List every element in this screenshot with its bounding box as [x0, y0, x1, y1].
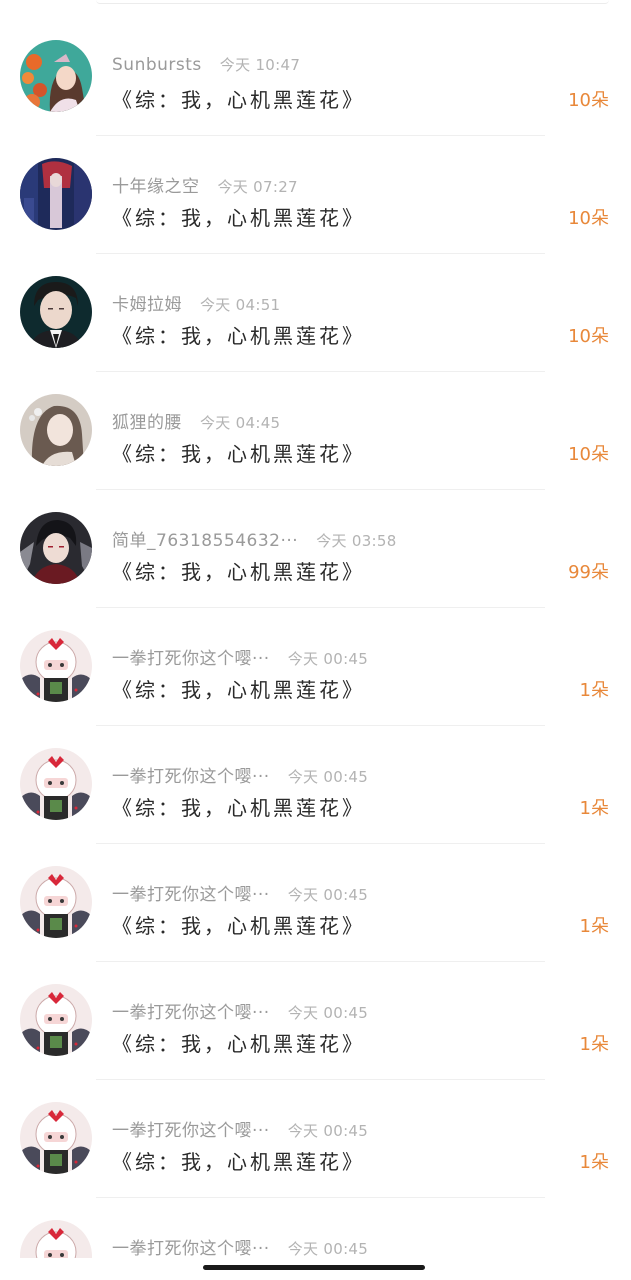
message-time: 今天 00:45 — [287, 650, 369, 668]
message-time: 今天 00:45 — [287, 1122, 369, 1140]
sender-name[interactable]: 一拳打死你这个嘤··· — [112, 1239, 270, 1258]
gift-count: 10朵 — [568, 444, 609, 465]
message-time: 今天 00:45 — [287, 1004, 369, 1022]
punch-avatar[interactable] — [20, 630, 92, 702]
message-time: 今天 07:27 — [217, 178, 298, 196]
message-meta: Sunbursts 今天 10:47 — [112, 54, 300, 76]
list-item[interactable]: Sunbursts 今天 10:47 《综：我，心机黑莲花》 10朵 — [0, 18, 631, 136]
gift-count: 1朵 — [579, 1152, 609, 1173]
message-meta: 一拳打死你这个嘤··· 今天 00:45 — [112, 1234, 369, 1258]
book-title[interactable]: 《综：我，心机黑莲花》 — [112, 792, 365, 821]
gift-count: 1朵 — [579, 1034, 609, 1055]
message-time: 今天 00:45 — [287, 886, 369, 904]
book-title[interactable]: 《综：我，心机黑莲花》 — [112, 320, 365, 349]
punch-avatar[interactable] — [20, 984, 92, 1056]
sender-name[interactable]: 狐狸的腰 — [112, 413, 182, 433]
message-meta: 一拳打死你这个嘤··· 今天 00:45 — [112, 762, 369, 787]
ten-years-avatar[interactable] — [20, 158, 92, 230]
message-meta: 一拳打死你这个嘤··· 今天 00:45 — [112, 644, 369, 669]
message-meta: 狐狸的腰 今天 04:45 — [112, 408, 281, 433]
punch-avatar[interactable] — [20, 866, 92, 938]
book-title[interactable]: 《综：我，心机黑莲花》 — [112, 438, 365, 467]
message-time: 今天 00:45 — [287, 1240, 369, 1258]
jiandan-avatar[interactable] — [20, 512, 92, 584]
gift-count: 10朵 — [568, 326, 609, 347]
sender-name[interactable]: 一拳打死你这个嘤··· — [112, 767, 270, 787]
message-meta: 一拳打死你这个嘤··· 今天 00:45 — [112, 998, 369, 1023]
gift-count: 10朵 — [568, 208, 609, 229]
list-item[interactable]: 卡姆拉姆 今天 04:51 《综：我，心机黑莲花》 10朵 — [0, 254, 631, 372]
sender-name[interactable]: 一拳打死你这个嘤··· — [112, 885, 270, 905]
sender-name[interactable]: 一拳打死你这个嘤··· — [112, 649, 270, 669]
list-item[interactable]: 狐狸的腰 今天 04:45 《综：我，心机黑莲花》 10朵 — [0, 372, 631, 490]
gift-count: 99朵 — [568, 562, 609, 583]
book-title[interactable]: 《综：我，心机黑莲花》 — [112, 674, 365, 703]
book-title[interactable]: 《综：我，心机黑莲花》 — [112, 1028, 365, 1057]
list-item[interactable]: 一拳打死你这个嘤··· 今天 00:45 《综：我，心机黑莲花》 1朵 — [0, 962, 631, 1080]
list-item[interactable]: 简单_76318554632··· 今天 03:58 《综：我，心机黑莲花》 99… — [0, 490, 631, 608]
message-meta: 一拳打死你这个嘤··· 今天 00:45 — [112, 880, 369, 905]
sender-name[interactable]: 卡姆拉姆 — [112, 295, 182, 315]
sender-name[interactable]: Sunbursts — [112, 55, 202, 75]
punch-avatar[interactable] — [20, 748, 92, 820]
list-item[interactable]: 十年缘之空 今天 07:27 《综：我，心机黑莲花》 10朵 — [0, 136, 631, 254]
book-title[interactable]: 《综：我，心机黑莲花》 — [112, 84, 365, 113]
message-time: 今天 04:45 — [200, 414, 281, 432]
book-title[interactable]: 《综：我，心机黑莲花》 — [112, 910, 365, 939]
list-item[interactable]: 一拳打死你这个嘤··· 今天 00:45 《综：我，心机黑莲花》 1朵 — [0, 608, 631, 726]
list-item[interactable]: 一拳打死你这个嘤··· 今天 00:45 《综：我，心机黑莲花》 1朵 — [0, 844, 631, 962]
sender-name[interactable]: 十年缘之空 — [112, 177, 200, 197]
gift-count: 10朵 — [568, 90, 609, 111]
book-title[interactable]: 《综：我，心机黑莲花》 — [112, 202, 365, 231]
list-item[interactable]: 一拳打死你这个嘤··· 今天 00:45 《综：我，心机黑莲花》 1朵 — [0, 726, 631, 844]
book-title[interactable]: 《综：我，心机黑莲花》 — [112, 1146, 365, 1175]
message-meta: 十年缘之空 今天 07:27 — [112, 172, 298, 197]
gift-count: 1朵 — [579, 798, 609, 819]
sender-name[interactable]: 简单_76318554632··· — [112, 531, 298, 551]
home-indicator[interactable] — [203, 1265, 425, 1270]
message-time: 今天 10:47 — [219, 56, 301, 74]
message-meta: 一拳打死你这个嘤··· 今天 00:45 — [112, 1116, 369, 1141]
sunbursts-avatar[interactable] — [20, 40, 92, 112]
sender-name[interactable]: 一拳打死你这个嘤··· — [112, 1003, 270, 1023]
fox-waist-avatar[interactable] — [20, 394, 92, 466]
message-time: 今天 04:51 — [200, 296, 281, 314]
kamulamu-avatar[interactable] — [20, 276, 92, 348]
book-title[interactable]: 《综：我，心机黑莲花》 — [112, 556, 365, 585]
punch-avatar[interactable] — [20, 1102, 92, 1174]
gift-count: 1朵 — [579, 680, 609, 701]
message-time: 今天 03:58 — [316, 532, 397, 550]
message-meta: 卡姆拉姆 今天 04:51 — [112, 290, 281, 315]
sender-name[interactable]: 一拳打死你这个嘤··· — [112, 1121, 270, 1141]
list-item[interactable]: 一拳打死你这个嘤··· 今天 00:45 — [0, 1198, 631, 1258]
list-item[interactable]: 一拳打死你这个嘤··· 今天 00:45 《综：我，心机黑莲花》 1朵 — [0, 1080, 631, 1198]
message-meta: 简单_76318554632··· 今天 03:58 — [112, 526, 397, 551]
message-time: 今天 00:45 — [287, 768, 369, 786]
gift-count: 1朵 — [579, 916, 609, 937]
top-divider — [96, 0, 609, 4]
punch-avatar[interactable] — [20, 1220, 92, 1258]
